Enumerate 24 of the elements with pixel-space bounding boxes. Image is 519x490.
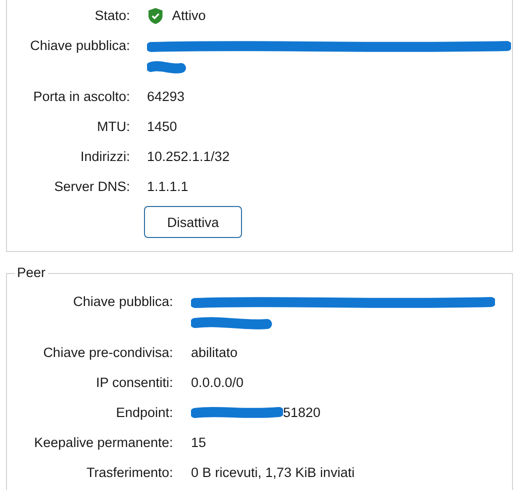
field-label: Keepalive permanente: (34, 435, 173, 450)
field-label: Server DNS: (54, 179, 130, 194)
field-label: Porta in ascolto: (33, 89, 130, 104)
field-label: Chiave pre-condivisa: (43, 345, 173, 360)
field-value: 64293 (147, 88, 185, 106)
field-label: MTU: (97, 119, 130, 134)
field-value: 1.1.1.1 (147, 178, 188, 196)
field-value: 0 B ricevuti, 1,73 KiB inviati (191, 464, 355, 482)
field-label: IP consentiti: (96, 375, 173, 390)
field-label: Chiave pubblica: (30, 38, 130, 53)
shield-check-icon (147, 7, 164, 25)
field-value: 10.252.1.1/32 (147, 148, 230, 166)
field-value: 1450 (147, 118, 178, 136)
field-label: Trasferimento: (86, 465, 173, 480)
field-value: 51820 (283, 404, 321, 422)
field-value: 15 (191, 434, 206, 452)
field-value: Attivo (172, 7, 206, 25)
field-label: Endpoint: (116, 405, 173, 420)
field-value: abilitato (191, 344, 238, 362)
deactivate-button[interactable]: Disattiva (144, 206, 242, 238)
field-value: 0.0.0.0/0 (191, 374, 244, 392)
field-label: Indirizzi: (80, 149, 130, 164)
field-label: Stato: (94, 8, 130, 23)
field-label: Chiave pubblica: (73, 294, 173, 309)
